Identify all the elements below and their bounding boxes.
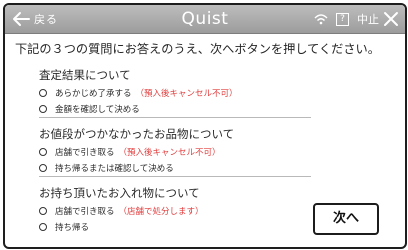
option-note: （預入後キャンセル不可） [118, 148, 221, 158]
radio-button[interactable] [39, 89, 47, 97]
option-label: あらかじめ了承する [55, 89, 132, 99]
option-label: 持ち帰る [55, 223, 90, 233]
help-icon[interactable]: ? [336, 12, 349, 26]
question-appraisal: 査定結果について あらかじめ了承する （預入後キャンセル不可） 金額を確認して決… [39, 67, 238, 115]
divider [39, 117, 311, 118]
cancel-label: 中止 [357, 13, 379, 26]
option-store-takes[interactable]: 店舗で引き取る （預入後キャンセル不可） [39, 146, 234, 158]
option-note: （預入後キャンセル不可） [135, 89, 238, 99]
radio-button[interactable] [39, 207, 47, 215]
option-take-home-or-decide[interactable]: 持ち帰るまたは確認して決める [39, 162, 234, 174]
option-check-amount[interactable]: 金額を確認して決める [39, 103, 238, 115]
option-label: 店舗で引き取る [55, 207, 115, 217]
question-unpriced-items: お値段がつかなかったお品物について 店舗で引き取る （預入後キャンセル不可） 持… [39, 126, 234, 174]
quist-screen: 戻る Quist ? 中止 下記の３つの質問にお答えのうえ、次へボタンを押してく… [3, 3, 407, 249]
header-controls: ? 中止 [314, 9, 399, 29]
divider [39, 176, 311, 177]
question-containers: お持ち頂いたお入れ物について 店舗で引き取る （店舗で処分します） 持ち帰る [39, 185, 204, 233]
question-title: お値段がつかなかったお品物について [39, 127, 235, 141]
wifi-icon [314, 14, 328, 25]
help-label: ? [340, 13, 345, 24]
option-label: 店舗で引き取る [55, 148, 115, 158]
option-take-home[interactable]: 持ち帰る [39, 221, 204, 233]
option-label: 持ち帰るまたは確認して決める [55, 164, 174, 174]
close-icon [384, 12, 398, 26]
option-note: （店舗で処分します） [118, 207, 204, 217]
radio-button[interactable] [39, 105, 47, 113]
header-bar: 戻る Quist ? 中止 [5, 5, 405, 34]
next-button[interactable]: 次へ [313, 203, 379, 235]
question-title: 査定結果について [39, 68, 131, 82]
option-label: 金額を確認して決める [55, 105, 140, 115]
instruction-text: 下記の３つの質問にお答えのうえ、次へボタンを押してください。 [15, 42, 380, 56]
option-store-disposes[interactable]: 店舗で引き取る （店舗で処分します） [39, 205, 204, 217]
radio-button[interactable] [39, 164, 47, 172]
radio-button[interactable] [39, 223, 47, 231]
question-title: お持ち頂いたお入れ物について [39, 186, 200, 200]
cancel-button[interactable]: 中止 [357, 11, 399, 27]
option-accept-in-advance[interactable]: あらかじめ了承する （預入後キャンセル不可） [39, 87, 238, 99]
radio-button[interactable] [39, 148, 47, 156]
